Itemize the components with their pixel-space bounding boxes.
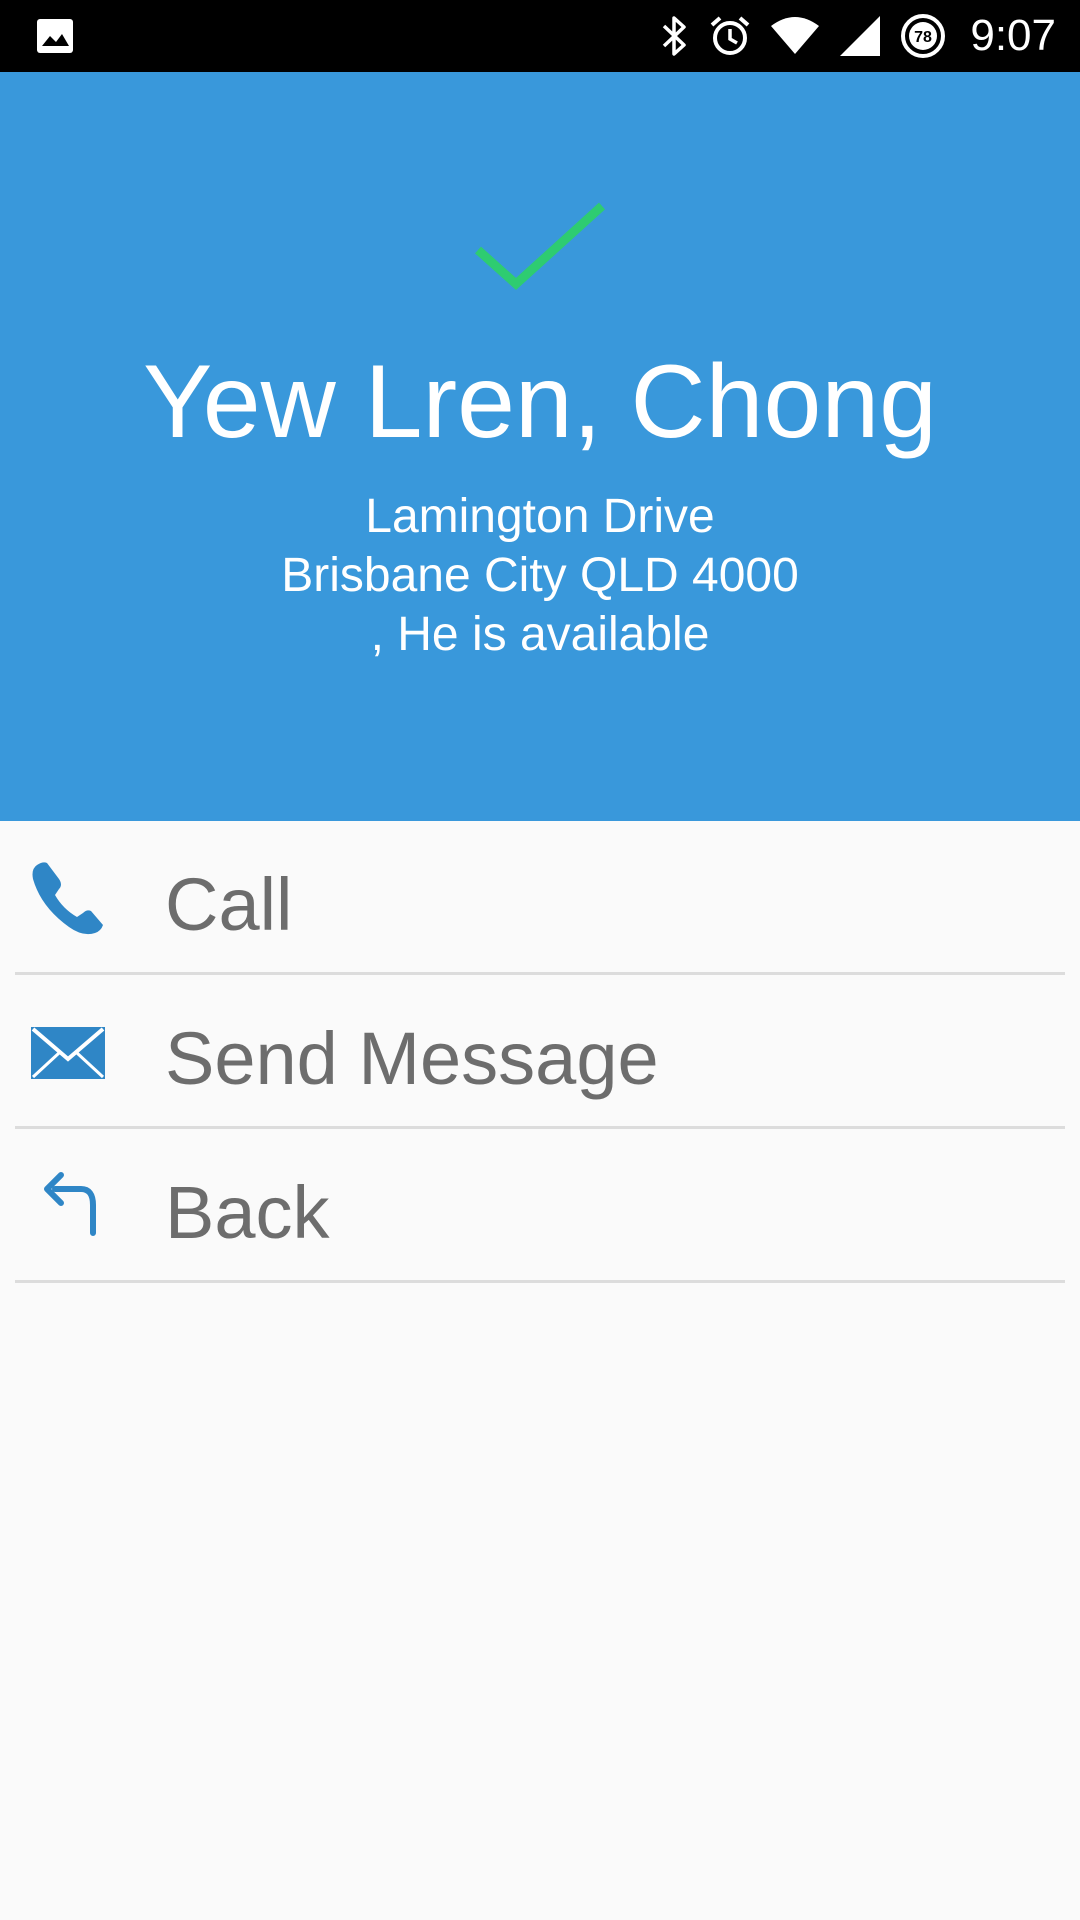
contact-address: Lamington Drive Brisbane City QLD 4000 ,… (0, 487, 1080, 664)
action-menu: Call Send Message Back (0, 821, 1080, 1283)
contact-name: Yew Lren, Chong (142, 344, 938, 460)
cell-signal-icon (838, 14, 882, 58)
back-arrow-icon (29, 1167, 107, 1245)
status-time: 9:07 (970, 11, 1056, 60)
status-bar: 78 9:07 (0, 0, 1080, 72)
address-line-1: Lamington Drive (365, 490, 715, 543)
send-message-label: Send Message (165, 1017, 659, 1100)
send-message-button[interactable]: Send Message (15, 975, 1065, 1129)
call-label: Call (165, 863, 293, 946)
image-icon (36, 18, 74, 54)
call-button[interactable]: Call (15, 821, 1065, 975)
bluetooth-icon (658, 14, 690, 58)
contact-header: Yew Lren, Chong Lamington Drive Brisbane… (0, 72, 1080, 821)
availability-text: , He is available (370, 608, 710, 661)
back-button[interactable]: Back (15, 1129, 1065, 1283)
check-icon (470, 200, 610, 300)
battery-level: 78 (914, 29, 932, 46)
phone-icon (29, 859, 107, 937)
alarm-icon (708, 14, 752, 58)
battery-saver-icon: 78 (900, 13, 946, 59)
address-line-2: Brisbane City QLD 4000 (281, 549, 799, 602)
back-label: Back (165, 1171, 330, 1254)
wifi-icon (770, 14, 820, 58)
envelope-icon (29, 1013, 107, 1091)
